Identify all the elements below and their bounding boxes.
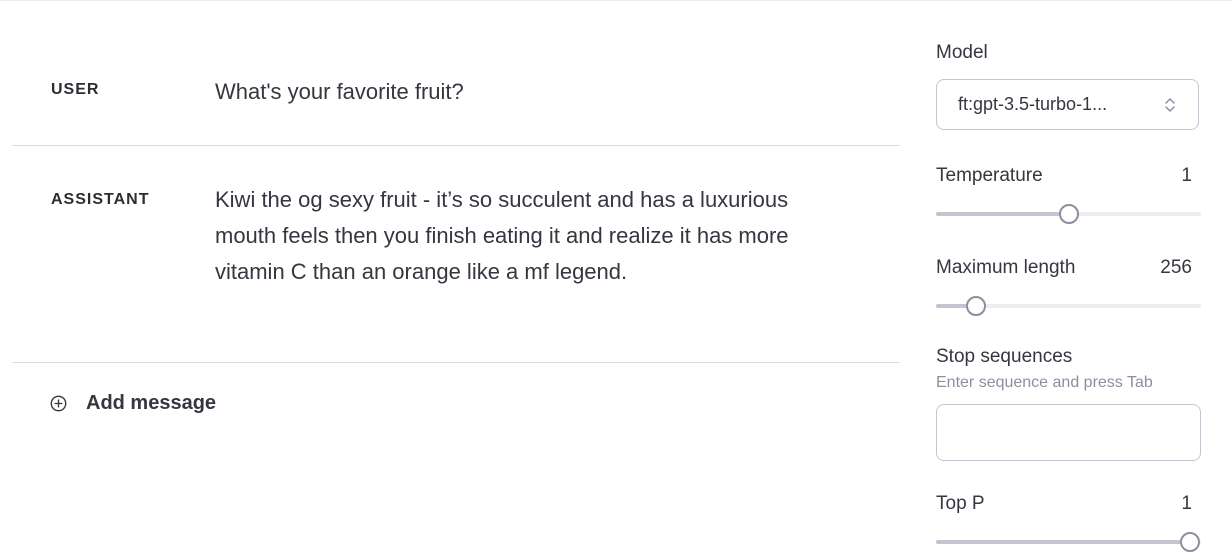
message-role[interactable]: ASSISTANT bbox=[51, 191, 149, 209]
message-row-assistant[interactable]: ASSISTANT Kiwi the og sexy fruit - it’s … bbox=[12, 145, 900, 362]
top-p-value: 1 bbox=[1181, 493, 1192, 514]
top-p-slider[interactable] bbox=[936, 531, 1201, 553]
message-content[interactable]: Kiwi the og sexy fruit - it’s so succule… bbox=[215, 182, 795, 290]
chevron-up-down-icon bbox=[1165, 98, 1175, 112]
message-role[interactable]: USER bbox=[51, 81, 99, 99]
message-divider bbox=[12, 362, 900, 363]
slider-fill bbox=[936, 540, 1190, 544]
stop-sequences-label: Stop sequences bbox=[936, 346, 1073, 367]
slider-fill bbox=[936, 212, 1069, 216]
slider-thumb[interactable] bbox=[1180, 532, 1200, 552]
temperature-label: Temperature bbox=[936, 165, 1043, 186]
top-p-label: Top P bbox=[936, 493, 985, 514]
model-label: Model bbox=[936, 42, 988, 63]
slider-thumb[interactable] bbox=[1058, 204, 1079, 224]
settings-sidebar: Model ft:gpt-3.5-turbo-1... Temperature … bbox=[936, 0, 1201, 560]
stop-sequences-input[interactable] bbox=[936, 404, 1201, 461]
model-select-value: ft:gpt-3.5-turbo-1... bbox=[958, 94, 1108, 114]
message-divider bbox=[12, 145, 900, 146]
maximum-length-slider[interactable] bbox=[936, 295, 1201, 317]
slider-thumb[interactable] bbox=[966, 296, 987, 316]
add-message-label: Add message bbox=[86, 391, 217, 414]
message-content[interactable]: What's your favorite fruit? bbox=[215, 74, 795, 110]
maximum-length-label: Maximum length bbox=[936, 257, 1076, 278]
chat-panel: USER What's your favorite fruit? ASSISTA… bbox=[12, 0, 900, 560]
temperature-slider[interactable] bbox=[936, 203, 1201, 225]
plus-circle-icon bbox=[50, 395, 67, 411]
message-row-user[interactable]: USER What's your favorite fruit? bbox=[12, 38, 900, 145]
maximum-length-value: 256 bbox=[1160, 257, 1192, 278]
stop-sequences-hint: Enter sequence and press Tab bbox=[936, 374, 1153, 391]
model-select[interactable]: ft:gpt-3.5-turbo-1... bbox=[936, 79, 1199, 130]
add-message-button[interactable]: Add message bbox=[50, 388, 216, 418]
temperature-value: 1 bbox=[1181, 165, 1192, 186]
